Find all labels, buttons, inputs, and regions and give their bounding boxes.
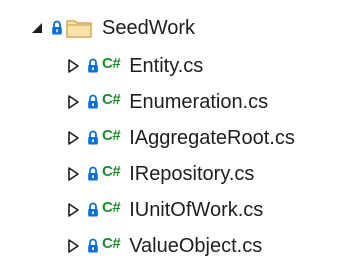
collapsed-triangle-icon[interactable] [66, 128, 80, 148]
lock-icon [87, 202, 99, 218]
tree-item-file[interactable]: C# IUnitOfWork.cs [66, 194, 263, 226]
tree-item-file[interactable]: C# IRepository.cs [66, 158, 254, 190]
lock-icon [87, 58, 99, 74]
collapsed-triangle-icon[interactable] [66, 56, 80, 76]
lock-icon [51, 20, 63, 36]
collapsed-triangle-icon[interactable] [66, 164, 80, 184]
lock-icon [87, 130, 99, 146]
file-label: IRepository.cs [129, 163, 255, 185]
file-label: Enumeration.cs [129, 91, 269, 113]
lock-icon [87, 238, 99, 254]
folder-icon [66, 18, 92, 38]
lock-icon [87, 166, 99, 182]
csharp-file-icon: C# [102, 54, 121, 72]
collapsed-triangle-icon[interactable] [66, 92, 80, 112]
csharp-file-icon: C# [102, 234, 121, 252]
tree-item-file[interactable]: C# Enumeration.cs [66, 86, 268, 118]
collapsed-triangle-icon[interactable] [66, 200, 80, 220]
file-label: Entity.cs [129, 55, 204, 77]
file-label: IAggregateRoot.cs [129, 127, 295, 149]
collapsed-triangle-icon[interactable] [66, 236, 80, 256]
file-label: ValueObject.cs [129, 235, 263, 257]
csharp-file-icon: C# [102, 198, 121, 216]
csharp-file-icon: C# [102, 162, 121, 180]
expanded-triangle-icon[interactable] [30, 18, 44, 38]
tree-item-file[interactable]: C# ValueObject.cs [66, 230, 262, 261]
folder-label: SeedWork [102, 17, 196, 39]
tree-item-file[interactable]: C# Entity.cs [66, 50, 203, 82]
lock-icon [87, 94, 99, 110]
csharp-file-icon: C# [102, 126, 121, 144]
tree-item-file[interactable]: C# IAggregateRoot.cs [66, 122, 295, 154]
solution-explorer-tree: SeedWork C# Entity.cs C# Enumeration.cs … [0, 0, 360, 261]
file-label: IUnitOfWork.cs [129, 199, 264, 221]
csharp-file-icon: C# [102, 90, 121, 108]
tree-item-seedwork[interactable]: SeedWork [30, 12, 195, 44]
